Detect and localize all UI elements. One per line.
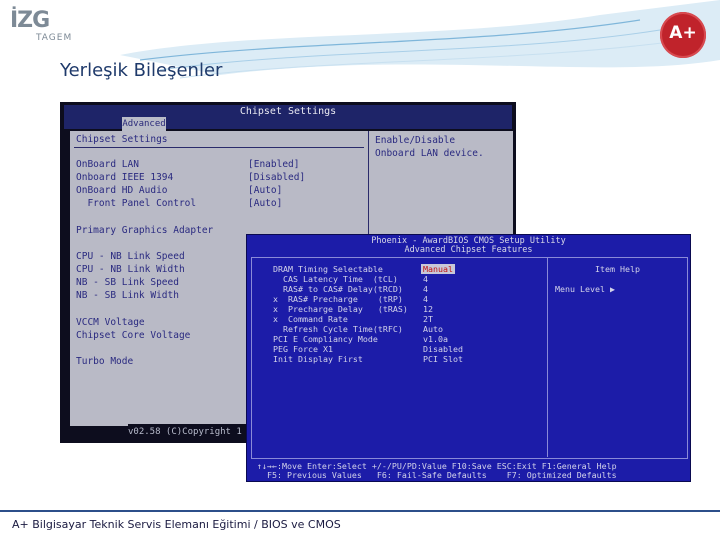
bios2-row-value: PCI Slot <box>423 354 463 364</box>
bios2-row-label: DRAM Timing Selectable <box>273 264 383 274</box>
bios2-row-value: Disabled <box>423 344 463 354</box>
bios-screenshot-phoenix: Phoenix - AwardBIOS CMOS Setup Utility A… <box>246 234 691 482</box>
bios1-item-value: [Auto] <box>248 185 283 196</box>
bios2-row-value: 4 <box>423 274 428 284</box>
bios1-section-title: Chipset Settings <box>76 134 168 145</box>
bios2-divider <box>547 257 548 457</box>
bios1-group-item: VCCM Voltage <box>76 317 145 328</box>
bios2-menu-level: Menu Level ▶ <box>555 284 615 294</box>
bios2-row-label: x Command Rate <box>273 314 348 324</box>
bios1-item-value: [Disabled] <box>248 172 306 183</box>
bios1-group-item: Primary Graphics Adapter <box>76 225 214 236</box>
logo-main: İZG <box>10 8 50 33</box>
bios2-row-label: Init Display First <box>273 354 363 364</box>
bios2-row-value: 12 <box>423 304 433 314</box>
izg-logo: İZG TAGEM <box>10 8 80 48</box>
bios2-row-label: Refresh Cycle Time(tRFC) <box>273 324 403 334</box>
aplus-seal: A+ <box>660 12 706 58</box>
bios2-row-label: x Precharge Delay (tRAS) <box>273 304 408 314</box>
bios1-group-item: CPU - NB Link Width <box>76 264 185 275</box>
bios1-item-value: [Enabled] <box>248 159 300 170</box>
footer-caption: A+ Bilgisayar Teknik Servis Elemanı Eğit… <box>12 518 341 531</box>
page-title: Yerleşik Bileşenler <box>60 60 223 81</box>
bios1-item-label: OnBoard HD Audio <box>76 185 168 196</box>
bios1-group-item: CPU - NB Link Speed <box>76 251 185 262</box>
bios2-subtitle: Advanced Chipset Features <box>404 245 533 255</box>
bios2-row-label: x RAS# Precharge (tRP) <box>273 294 403 304</box>
bios2-row-label: PEG Force X1 <box>273 344 333 354</box>
logo-sub: TAGEM <box>36 33 73 43</box>
footer-rule <box>0 510 720 512</box>
bios2-row-value: 4 <box>423 284 428 294</box>
bios2-footer-line: F5: Previous Values F6: Fail-Safe Defaul… <box>257 470 617 480</box>
bios1-help-line: Onboard LAN device. <box>375 148 484 159</box>
seal-text: A+ <box>669 23 697 43</box>
bios1-item-value: [Auto] <box>248 198 283 209</box>
bios2-row-value: 2T <box>423 314 433 324</box>
bios1-item-label: Onboard IEEE 1394 <box>76 172 174 183</box>
bios1-tab-advanced: Advanced <box>122 117 166 131</box>
bios1-group-item: NB - SB Link Width <box>76 290 179 301</box>
bios2-row-label: RAS# to CAS# Delay(tRCD) <box>273 284 403 294</box>
bios1-window-title: Chipset Settings <box>239 106 337 117</box>
bios1-item-label: OnBoard LAN <box>76 159 139 170</box>
bios1-help-line: Enable/Disable <box>375 135 456 146</box>
bios2-row-value: Auto <box>423 324 443 334</box>
bios2-item-help: Item Help <box>595 264 640 274</box>
bios1-group-item: NB - SB Link Speed <box>76 277 179 288</box>
bios1-group-item: Chipset Core Voltage <box>76 330 191 341</box>
bios2-row-label: CAS Latency Time (tCL) <box>273 274 398 284</box>
bios2-row-value: v1.0a <box>423 334 448 344</box>
bios2-row-value-selected: Manual <box>421 264 455 274</box>
bios2-row-label: PCI E Compliancy Mode <box>273 334 378 344</box>
bios1-item-label: Front Panel Control <box>76 198 197 209</box>
bios2-row-value: 4 <box>423 294 428 304</box>
bios1-group-item: Turbo Mode <box>76 356 134 367</box>
bios1-section-rule <box>74 147 364 148</box>
